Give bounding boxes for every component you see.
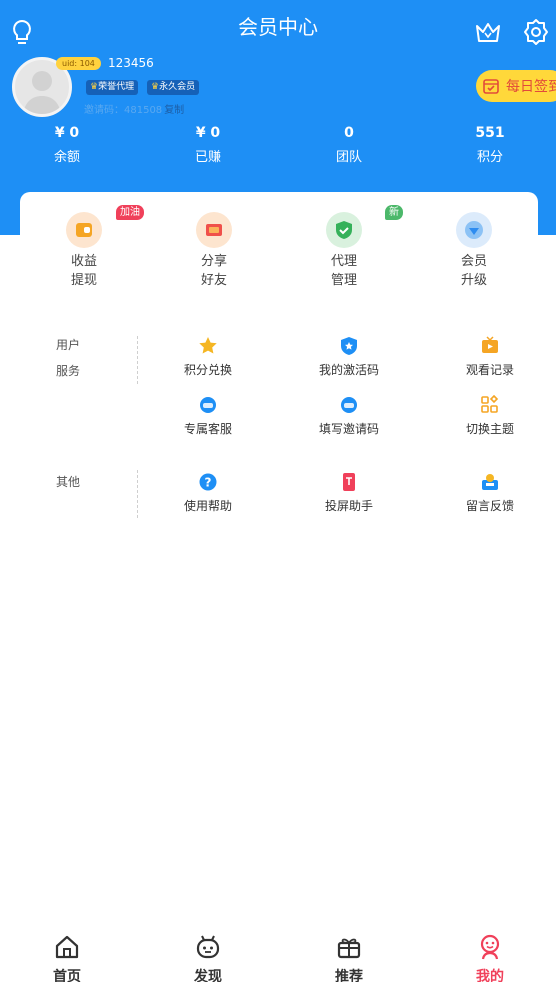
quick-action-label: 管理 bbox=[330, 273, 357, 288]
promo-badge: 加油 bbox=[116, 205, 144, 220]
uid-badge: uid: 104 bbox=[56, 57, 101, 70]
menu-item-feedback[interactable]: 留言反馈 bbox=[440, 472, 540, 514]
menu-item-customer-service[interactable]: 专属客服 bbox=[158, 395, 258, 437]
stat-value: 0 bbox=[344, 125, 354, 141]
menu-item-label: 投屏助手 bbox=[324, 499, 373, 513]
help-icon: ? bbox=[198, 472, 218, 492]
menu-item-switch-theme[interactable]: 切换主题 bbox=[440, 395, 540, 437]
menu-item-help[interactable]: ? 使用帮助 bbox=[158, 472, 258, 514]
stat-balance[interactable]: ¥ 0 余额 bbox=[27, 125, 107, 165]
stat-label: 积分 bbox=[476, 150, 503, 165]
vip-tag: ♛永久会员 bbox=[147, 80, 200, 95]
copy-button[interactable]: 复制 bbox=[164, 105, 184, 116]
quick-action-label: 会员 bbox=[460, 254, 487, 269]
share-ticket-icon bbox=[196, 212, 232, 248]
svg-text:?: ? bbox=[205, 476, 212, 490]
agent-tag: ♛荣誉代理 bbox=[86, 80, 139, 95]
gear-icon[interactable] bbox=[522, 18, 550, 46]
tab-label: 我的 bbox=[476, 969, 504, 982]
stat-value: ¥ 0 bbox=[195, 125, 221, 141]
quick-action-agent[interactable]: 代理 管理 bbox=[304, 212, 384, 290]
tab-discover[interactable]: 发现 bbox=[168, 934, 248, 982]
headset-icon bbox=[198, 395, 218, 415]
invite-code: 邀请码：481508 复制 bbox=[84, 101, 184, 116]
quick-action-label: 升级 bbox=[460, 273, 487, 288]
grid-theme-icon bbox=[480, 395, 500, 415]
crown-small-icon: ♛ bbox=[151, 82, 160, 92]
badge-star-icon bbox=[339, 336, 359, 356]
stat-earned[interactable]: ¥ 0 已赚 bbox=[168, 125, 248, 165]
mailbox-icon bbox=[480, 472, 500, 492]
invite-code-text: 邀请码：481508 bbox=[84, 105, 163, 116]
member-center-page: 会员中心 uid: 104 123456 ♛荣誉代理 ♛永久会员 邀请码：481… bbox=[0, 0, 556, 982]
menu-item-label: 填写邀请码 bbox=[318, 422, 379, 436]
bottom-nav: 首页 发现 推荐 我的 bbox=[0, 926, 556, 982]
chat-bubble-icon bbox=[339, 395, 359, 415]
tab-mine[interactable]: 我的 bbox=[450, 934, 530, 982]
tab-home[interactable]: 首页 bbox=[27, 934, 107, 982]
crown-icon[interactable] bbox=[474, 18, 502, 46]
menu-item-label: 使用帮助 bbox=[183, 499, 232, 513]
lightbulb-icon[interactable] bbox=[8, 18, 36, 46]
section-label-user: 用户 bbox=[56, 338, 81, 352]
quick-actions-card: 收益 提现 分享 好友 代理 管理 会员 升级 加油 新 bbox=[20, 192, 538, 298]
home-icon bbox=[55, 935, 79, 959]
username: 123456 bbox=[108, 56, 154, 70]
menu-item-points-exchange[interactable]: 积分兑换 bbox=[158, 336, 258, 378]
stat-team[interactable]: 0 团队 bbox=[309, 125, 389, 165]
wallet-icon bbox=[66, 212, 102, 248]
tv-icon bbox=[480, 336, 500, 356]
quick-action-upgrade[interactable]: 会员 升级 bbox=[434, 212, 514, 290]
daily-checkin-button[interactable]: 每日签到 bbox=[476, 70, 556, 102]
quick-action-label: 收益 bbox=[70, 254, 97, 269]
star-icon bbox=[198, 336, 218, 356]
calendar-check-icon bbox=[483, 79, 499, 94]
tab-label: 推荐 bbox=[335, 969, 363, 982]
stat-label: 已赚 bbox=[194, 150, 221, 165]
robot-icon bbox=[196, 935, 220, 959]
stat-value: ¥ 0 bbox=[54, 125, 80, 141]
quick-action-share[interactable]: 分享 好友 bbox=[174, 212, 254, 290]
gift-icon bbox=[337, 938, 361, 959]
menu-item-label: 积分兑换 bbox=[183, 363, 232, 377]
stat-points[interactable]: 551 积分 bbox=[450, 125, 530, 165]
stat-label: 余额 bbox=[53, 150, 80, 165]
quick-action-withdraw[interactable]: 收益 提现 bbox=[44, 212, 124, 290]
cast-icon bbox=[339, 472, 359, 492]
quick-action-label: 好友 bbox=[200, 273, 227, 288]
menu-item-activation-code[interactable]: 我的激活码 bbox=[299, 336, 399, 378]
menu-item-watch-history[interactable]: 观看记录 bbox=[440, 336, 540, 378]
user-smile-icon bbox=[480, 934, 500, 960]
tab-recommend[interactable]: 推荐 bbox=[309, 934, 389, 982]
stat-value: 551 bbox=[475, 125, 505, 141]
menu-item-invite-code[interactable]: 填写邀请码 bbox=[299, 395, 399, 437]
menu-item-label: 我的激活码 bbox=[318, 363, 379, 377]
crown-small-icon: ♛ bbox=[90, 82, 99, 92]
quick-action-label: 分享 bbox=[200, 254, 227, 269]
menu-item-cast[interactable]: 投屏助手 bbox=[299, 472, 399, 514]
section-label-service: 服务 bbox=[56, 364, 81, 378]
tab-label: 发现 bbox=[194, 969, 222, 982]
diamond-icon bbox=[456, 212, 492, 248]
quick-action-label: 代理 bbox=[330, 254, 357, 269]
checkin-label: 每日签到 bbox=[506, 79, 556, 95]
menu-item-label: 留言反馈 bbox=[465, 499, 514, 513]
section-divider bbox=[137, 336, 138, 384]
shield-check-icon bbox=[326, 212, 362, 248]
stat-label: 团队 bbox=[335, 150, 362, 165]
section-divider bbox=[137, 470, 138, 518]
menu-item-label: 观看记录 bbox=[465, 363, 514, 377]
tab-label: 首页 bbox=[53, 969, 81, 982]
menu-item-label: 切换主题 bbox=[465, 422, 514, 436]
menu-item-label: 专属客服 bbox=[183, 422, 232, 436]
page-title: 会员中心 bbox=[238, 15, 318, 39]
quick-action-label: 提现 bbox=[70, 273, 97, 288]
new-badge: 新 bbox=[385, 205, 403, 220]
section-label-other: 其他 bbox=[56, 475, 81, 489]
